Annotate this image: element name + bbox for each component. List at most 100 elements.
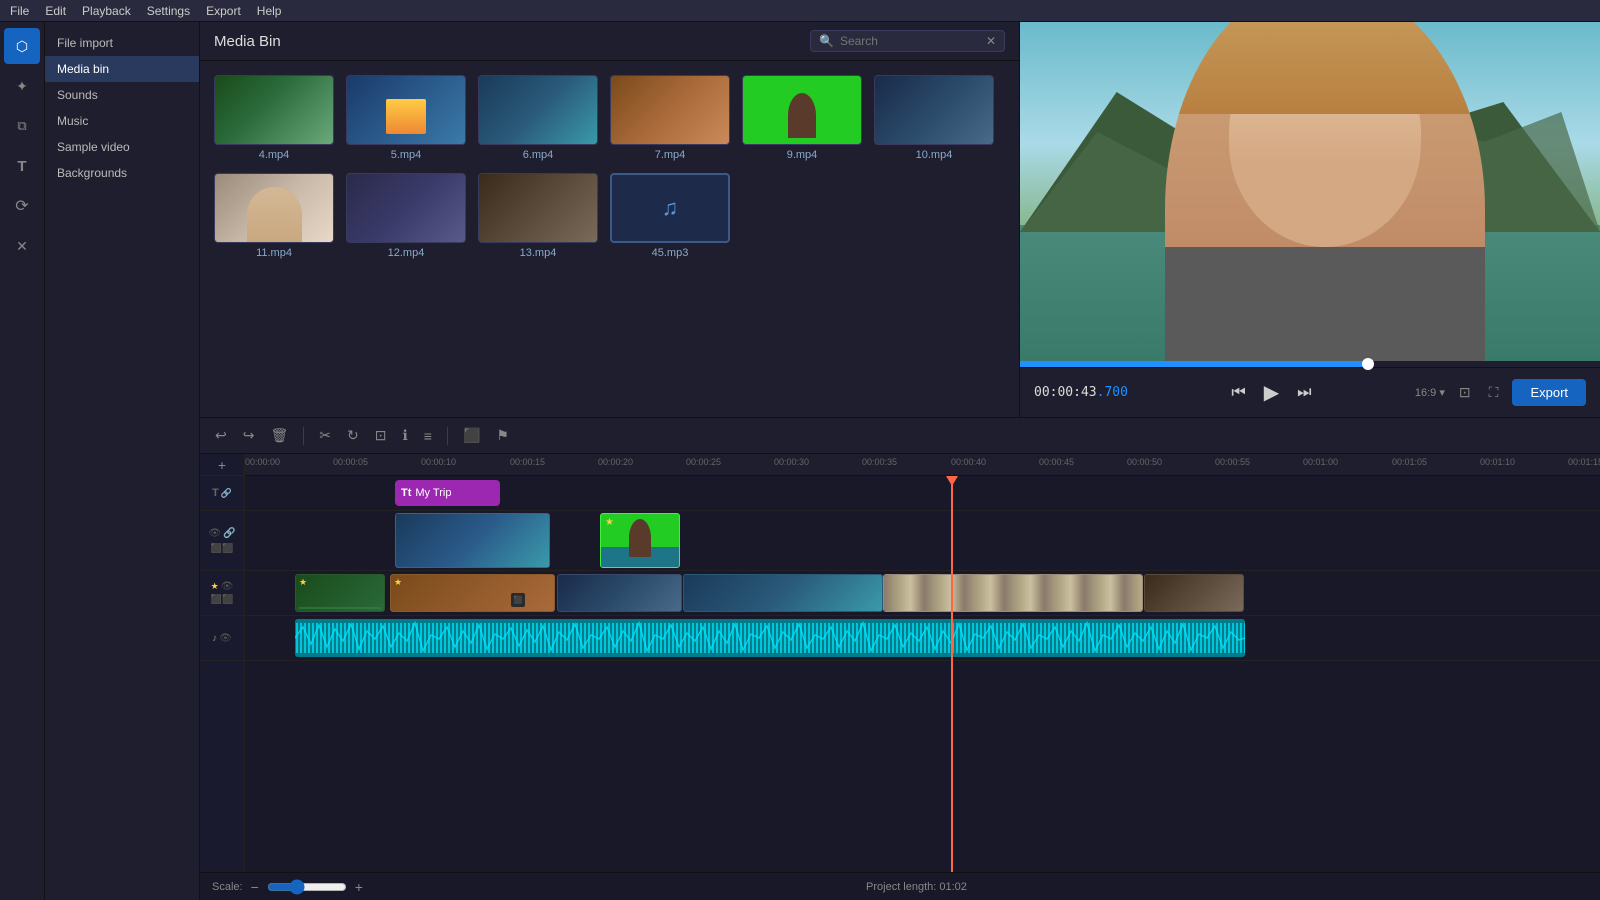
media-item[interactable]: 11.mp4 <box>214 173 334 259</box>
scale-minus-button[interactable]: − <box>249 879 261 895</box>
tl-side-main-video: ★ 👁 ⬛⬛ <box>200 571 244 616</box>
project-length-label: Project length: 01:02 <box>866 881 967 893</box>
rotate-button[interactable]: ↻ <box>342 424 364 447</box>
media-item-audio[interactable]: ♫ 45.mp3 <box>610 173 730 259</box>
main-clip-5[interactable] <box>883 574 1143 612</box>
aspect-ratio-label: 16:9 ▾ <box>1415 386 1445 399</box>
timeline-main: 00:00:00 00:00:05 00:00:10 00:00:15 00:0… <box>245 454 1600 872</box>
sidebar-icon-home[interactable]: ⬡ <box>4 28 40 64</box>
left-panel: File import Media bin Sounds Music Sampl… <box>45 22 200 900</box>
media-item[interactable]: 6.mp4 <box>478 75 598 161</box>
scale-bar: Scale: − + Project length: 01:02 <box>200 872 1600 900</box>
media-item[interactable]: 12.mp4 <box>346 173 466 259</box>
main-clip-2[interactable]: ★ ⬛ <box>390 574 555 612</box>
menu-file[interactable]: File <box>10 4 29 18</box>
overlay-eye-icon[interactable]: 👁 <box>208 528 221 539</box>
media-label: 9.mp4 <box>787 149 818 161</box>
sidebar-icon-history[interactable]: ⟳ <box>4 188 40 224</box>
resize-icon[interactable]: ⊡ <box>1455 382 1475 403</box>
media-label: 12.mp4 <box>388 247 425 259</box>
overlay-clip-1[interactable] <box>395 513 550 568</box>
scale-slider[interactable] <box>267 879 347 895</box>
scale-plus-button[interactable]: + <box>353 879 365 895</box>
main-clip-1[interactable]: ★ <box>295 574 385 612</box>
crop-button[interactable]: ⊡ <box>370 424 392 447</box>
media-item[interactable]: 13.mp4 <box>478 173 598 259</box>
undo-button[interactable]: ↩ <box>210 424 232 447</box>
timeline-ruler: 00:00:00 00:00:05 00:00:10 00:00:15 00:0… <box>245 454 1600 476</box>
main-clip-3[interactable] <box>557 574 682 612</box>
media-item[interactable]: 4.mp4 <box>214 75 334 161</box>
preview-controls: 00:00:43.700 ⏮ ▶ ⏭ 16:9 ▾ ⊡ ⛶ Export <box>1020 367 1600 417</box>
media-label: 13.mp4 <box>520 247 557 259</box>
audio-track-eye-icon[interactable]: 👁 <box>219 633 232 644</box>
left-panel-file-import[interactable]: File import <box>45 30 199 56</box>
sidebar-icon-tools[interactable]: ✕ <box>4 228 40 264</box>
cut-button[interactable]: ✂ <box>314 424 336 447</box>
media-bin: Media Bin 🔍 ✕ 4.mp4 <box>200 22 1020 417</box>
sidebar-icon-effects[interactable]: ✦ <box>4 68 40 104</box>
flag-button[interactable]: ⚑ <box>491 424 514 447</box>
media-thumb-audio: ♫ <box>610 173 730 243</box>
overlay-track-row: ★ <box>245 511 1600 571</box>
next-frame-button[interactable]: ⏭ <box>1293 380 1315 406</box>
left-panel-sounds[interactable]: Sounds <box>45 82 199 108</box>
play-button[interactable]: ▶ <box>1260 376 1283 409</box>
prev-frame-button[interactable]: ⏮ <box>1227 380 1249 406</box>
menu-settings[interactable]: Settings <box>147 4 190 18</box>
media-item[interactable]: 5.mp4 <box>346 75 466 161</box>
search-input[interactable] <box>840 34 980 48</box>
timeline-side-panel: + T 🔗 👁 🔗 ⬛⬛ <box>200 454 245 872</box>
overlay-lock-icon[interactable]: 🔗 <box>223 528 235 539</box>
media-label: 4.mp4 <box>259 149 290 161</box>
tl-side-audio: ♪ 👁 <box>200 616 244 661</box>
media-thumb <box>478 75 598 145</box>
sidebar-icon-text[interactable]: T <box>4 148 40 184</box>
media-item[interactable]: 10.mp4 <box>874 75 994 161</box>
sidebar-icons: ⬡ ✦ ⧉ T ⟳ ✕ <box>0 22 45 900</box>
menu-export[interactable]: Export <box>206 4 241 18</box>
media-thumb <box>610 75 730 145</box>
marker-button[interactable]: ⬛ <box>458 424 485 447</box>
audio-track-note-icon: ♪ <box>212 633 217 644</box>
tl-side-add: + <box>200 454 244 476</box>
media-thumb <box>742 75 862 145</box>
main-clip-4[interactable] <box>683 574 883 612</box>
left-panel-backgrounds[interactable]: Backgrounds <box>45 160 199 186</box>
playhead[interactable] <box>951 476 953 872</box>
search-icon: 🔍 <box>819 34 834 48</box>
menu-help[interactable]: Help <box>257 4 282 18</box>
main-track-eye-icon[interactable]: 👁 <box>221 581 234 592</box>
delete-button[interactable]: 🗑 <box>265 424 293 447</box>
menu-edit[interactable]: Edit <box>45 4 66 18</box>
text-track-row: Tt My Trip <box>245 476 1600 511</box>
media-item[interactable]: 7.mp4 <box>610 75 730 161</box>
media-bin-title: Media Bin <box>214 33 281 50</box>
audio-clip[interactable]: 45.mp3 <box>295 619 1245 657</box>
main-clip-6[interactable] <box>1144 574 1244 612</box>
timeline-tracks: Tt My Trip <box>245 476 1600 872</box>
overlay-clip-green[interactable]: ★ <box>600 513 680 568</box>
preview-panel: 00:00:43.700 ⏮ ▶ ⏭ 16:9 ▾ ⊡ ⛶ Export <box>1020 22 1600 417</box>
search-clear-icon[interactable]: ✕ <box>986 34 996 48</box>
media-thumb <box>214 173 334 243</box>
media-label: 11.mp4 <box>256 247 292 259</box>
sidebar-icon-transitions[interactable]: ⧉ <box>4 108 40 144</box>
left-panel-sample-video[interactable]: Sample video <box>45 134 199 160</box>
left-panel-music[interactable]: Music <box>45 108 199 134</box>
timeline-area: ↩ ↪ 🗑 ✂ ↻ ⊡ ℹ ≡ ⬛ ⚑ + T <box>200 417 1600 900</box>
menu-playback[interactable]: Playback <box>82 4 131 18</box>
export-button[interactable]: Export <box>1512 379 1586 406</box>
left-panel-media-bin[interactable]: Media bin <box>45 56 199 82</box>
media-label: 6.mp4 <box>523 149 554 161</box>
media-label: 7.mp4 <box>655 149 686 161</box>
text-clip[interactable]: Tt My Trip <box>395 480 500 506</box>
info-button[interactable]: ℹ <box>397 424 412 447</box>
fullscreen-icon[interactable]: ⛶ <box>1485 382 1503 403</box>
redo-button[interactable]: ↪ <box>238 424 260 447</box>
preview-video <box>1020 22 1600 361</box>
media-item[interactable]: 9.mp4 <box>742 75 862 161</box>
list-button[interactable]: ≡ <box>419 425 437 447</box>
main-video-track-row: ★ ★ ⬛ <box>245 571 1600 616</box>
main-track-star-icon: ★ <box>211 581 219 592</box>
